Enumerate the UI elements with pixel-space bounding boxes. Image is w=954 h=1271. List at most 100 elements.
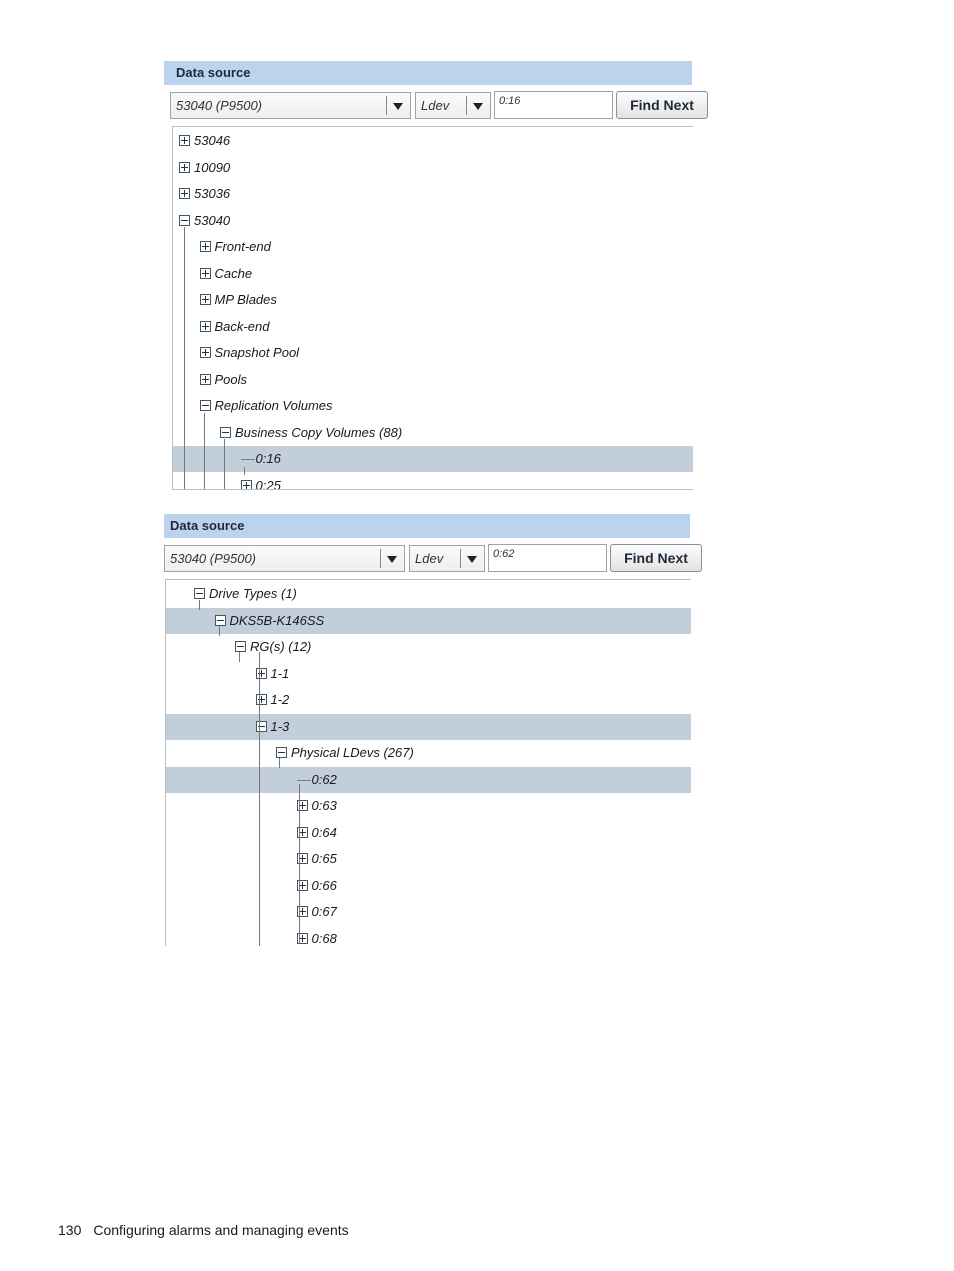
expand-icon[interactable] — [255, 667, 267, 679]
tree-node[interactable]: 1-2 — [255, 687, 289, 713]
collapse-icon[interactable] — [276, 747, 287, 759]
tree-row[interactable]: 0:62 — [166, 766, 691, 793]
tree-node[interactable]: 0:16 — [240, 446, 281, 472]
tree-node[interactable]: 0:67 — [296, 899, 337, 925]
tree-node[interactable]: Cache — [199, 261, 253, 287]
source-select[interactable]: 53040 (P9500) — [164, 545, 405, 572]
tree-node[interactable]: Physical LDevs (267) — [276, 740, 414, 766]
tree-node[interactable]: 0:62 — [296, 767, 337, 793]
tree-row[interactable]: Replication Volumes — [173, 393, 693, 419]
tree-node[interactable]: 0:63 — [296, 793, 337, 819]
tree-row[interactable]: 10090 — [173, 155, 693, 181]
expand-icon[interactable] — [199, 294, 211, 306]
tree-row[interactable]: 53036 — [173, 181, 693, 207]
tree-node[interactable]: Replication Volumes — [199, 393, 333, 419]
tree-row[interactable]: 1-1 — [166, 661, 691, 687]
tree-node-label: 0:65 — [311, 851, 337, 866]
expand-icon[interactable] — [179, 161, 190, 173]
tree-row[interactable]: Front-end — [173, 234, 693, 260]
type-select[interactable]: Ldev — [409, 545, 485, 572]
tree-row[interactable]: Pools — [173, 367, 693, 393]
tree-row[interactable]: 0:64 — [166, 820, 691, 846]
expand-icon[interactable] — [199, 241, 211, 253]
source-select[interactable]: 53040 (P9500) — [170, 92, 411, 119]
tree-row[interactable]: Cache — [173, 261, 693, 287]
tree-row[interactable]: 0:65 — [166, 846, 691, 872]
tree-connector-line — [224, 439, 225, 489]
collapse-icon[interactable] — [235, 641, 246, 653]
search-input[interactable]: 0:16 — [494, 91, 613, 119]
collapse-icon[interactable] — [220, 426, 231, 438]
page-number: 130 — [58, 1222, 82, 1238]
tree-row[interactable]: 1-2 — [166, 687, 691, 713]
tree-row[interactable]: Drive Types (1) — [166, 581, 691, 607]
tree-node[interactable]: 0:66 — [296, 873, 337, 899]
tree-node[interactable]: 0:65 — [296, 846, 337, 872]
tree-node[interactable]: DKS5B-K146SS — [214, 608, 324, 634]
expand-icon[interactable] — [199, 373, 211, 385]
expand-icon[interactable] — [179, 135, 190, 147]
tree-node[interactable]: MP Blades — [199, 287, 277, 313]
tree-node[interactable]: Front-end — [199, 234, 271, 260]
tree-node[interactable]: 53036 — [179, 181, 230, 207]
tree-row[interactable]: Back-end — [173, 314, 693, 340]
tree-node[interactable]: 0:64 — [296, 820, 337, 846]
find-next-button[interactable]: Find Next — [610, 544, 702, 572]
collapse-icon[interactable] — [214, 614, 226, 626]
collapse-icon[interactable] — [255, 720, 267, 732]
expand-icon[interactable] — [255, 694, 267, 706]
tree-node[interactable]: 0:68 — [296, 926, 337, 947]
find-next-button[interactable]: Find Next — [616, 91, 708, 119]
collapse-icon[interactable] — [179, 214, 190, 226]
collapse-icon[interactable] — [199, 400, 211, 412]
tree-node-label: Back-end — [214, 318, 270, 334]
type-select[interactable]: Ldev — [415, 92, 491, 119]
tree-node-label: Replication Volumes — [214, 398, 333, 413]
tree-node-label: Cache — [214, 265, 253, 281]
search-input[interactable]: 0:62 — [488, 544, 607, 572]
tree-node[interactable]: 0:25 — [240, 473, 281, 489]
tree-row[interactable]: 0:16 — [173, 446, 693, 472]
expand-icon[interactable] — [199, 320, 211, 332]
tree-node-label: Physical LDevs (267) — [291, 745, 414, 760]
tree-view[interactable]: 53046 10090 53036 53040 Front-end Cache MP Bla… — [172, 126, 693, 490]
tree-connector-line — [259, 652, 260, 946]
data-source-header: Data source — [164, 514, 690, 538]
tree-row[interactable]: MP Blades — [173, 287, 693, 313]
tree-row[interactable]: DKS5B-K146SS — [166, 607, 691, 634]
tree-node-label: 0:63 — [311, 798, 337, 813]
tree-node[interactable]: 53046 — [179, 128, 230, 154]
tree-node-label: 53036 — [194, 186, 231, 201]
data-source-header: Data source — [164, 61, 692, 85]
tree-node[interactable]: Pools — [199, 367, 247, 393]
tree-row[interactable]: 53040 — [173, 208, 693, 234]
tree-node-label: 0:67 — [311, 904, 337, 919]
expand-icon[interactable] — [179, 188, 190, 200]
tree-node[interactable]: Business Copy Volumes (88) — [220, 420, 402, 446]
collapse-icon[interactable] — [194, 588, 205, 600]
tree-row[interactable]: 0:63 — [166, 793, 691, 819]
tree-node[interactable]: Drive Types (1) — [194, 581, 297, 607]
tree-row[interactable]: 0:68 — [166, 926, 691, 947]
tree-node[interactable]: 1-1 — [255, 661, 289, 687]
tree-node[interactable]: Back-end — [199, 314, 270, 340]
tree-node-label: MP Blades — [214, 292, 277, 307]
tree-node[interactable]: 1-3 — [255, 714, 289, 740]
tree-node[interactable]: RG(s) (12) — [235, 634, 311, 660]
expand-icon[interactable] — [199, 267, 211, 279]
tree-node[interactable]: Snapshot Pool — [199, 340, 299, 366]
expand-icon[interactable] — [240, 479, 252, 489]
expand-icon[interactable] — [199, 347, 211, 359]
tree-row[interactable]: RG(s) (12) — [166, 634, 691, 660]
tree-row[interactable]: Physical LDevs (267) — [166, 740, 691, 766]
tree-view[interactable]: Drive Types (1) DKS5B-K146SS RG(s) (12) 1-1… — [165, 579, 691, 946]
tree-node[interactable]: 10090 — [179, 155, 230, 181]
tree-row[interactable]: 0:67 — [166, 899, 691, 925]
tree-row[interactable]: 53046 — [173, 128, 693, 154]
tree-row[interactable]: 1-3 — [166, 713, 691, 740]
tree-row[interactable]: Business Copy Volumes (88) — [173, 420, 693, 446]
tree-node[interactable]: 53040 — [179, 208, 230, 234]
tree-row[interactable]: 0:25 — [173, 473, 693, 489]
tree-row[interactable]: 0:66 — [166, 873, 691, 899]
tree-row[interactable]: Snapshot Pool — [173, 340, 693, 366]
